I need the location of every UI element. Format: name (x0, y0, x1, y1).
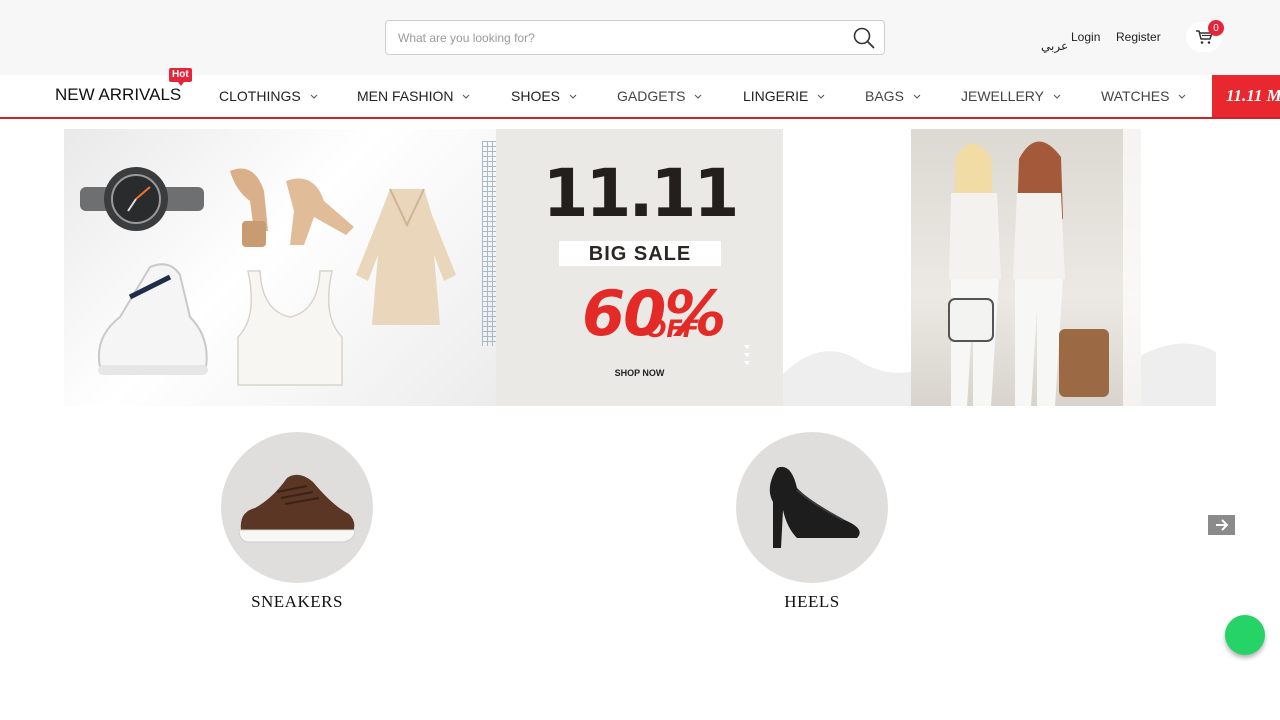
sandals-image (230, 168, 354, 247)
category-sneakers[interactable]: SNEAKERS (221, 432, 373, 612)
arrow-right-icon (1215, 519, 1228, 531)
nav-new-arrivals-label: NEW ARRIVALS (55, 85, 182, 104)
sale-band: BIG SALE (559, 241, 721, 266)
chevron-down-icon (461, 91, 471, 101)
nav-item-label: SHOES (511, 88, 561, 104)
chevron-down-icon (693, 91, 703, 101)
nav-item-watches[interactable]: WATCHES (1101, 88, 1187, 104)
category-image (736, 432, 888, 583)
search-input[interactable] (386, 21, 844, 54)
cart-count-badge: 0 (1208, 20, 1224, 36)
heel-shoe-image (769, 466, 860, 548)
chevron-down-icon (1052, 91, 1062, 101)
nav-item-label: MEN FASHION (357, 88, 454, 104)
hero-banner[interactable]: 11.11 BIG SALE 60% OFF SHOP NOW (64, 129, 1216, 406)
category-image (221, 432, 373, 583)
nav-promo-tab[interactable]: 11.11 M (1212, 75, 1280, 117)
sale-title: 11.11 (542, 155, 740, 232)
nav-item-label: CLOTHINGS (219, 88, 301, 104)
category-heels[interactable]: HEELS (736, 432, 888, 612)
promo-tab-label: 11.11 M (1226, 86, 1280, 105)
chevron-down-icon (1177, 91, 1187, 101)
category-label: HEELS (784, 592, 840, 611)
dress-image (356, 188, 456, 325)
search-bar (385, 20, 885, 55)
nav-item-shoes[interactable]: SHOES (511, 88, 578, 104)
nav-item-gadgets[interactable]: GADGETS (617, 88, 703, 104)
chevron-down-icon (816, 91, 826, 101)
nav-item-label: JEWELLERY (961, 88, 1044, 104)
top-header: عربي Login Register 0 (0, 0, 1280, 75)
category-label: SNEAKERS (251, 592, 343, 611)
nav-item-men-fashion[interactable]: MEN FASHION (357, 88, 471, 104)
nav-item-label: LINGERIE (743, 88, 809, 104)
login-link[interactable]: Login (1071, 30, 1100, 44)
chevron-down-icon (568, 91, 578, 101)
nav-item-clothings[interactable]: CLOTHINGS (219, 88, 319, 104)
nav-item-jewellery[interactable]: JEWELLERY (961, 88, 1062, 104)
sneaker-shoe-image (238, 474, 356, 542)
carousel-next-button[interactable] (1208, 515, 1235, 535)
nav-item-label: BAGS (865, 88, 904, 104)
nav-new-arrivals[interactable]: NEW ARRIVALS (55, 85, 181, 105)
banner-grid-decor (482, 141, 496, 346)
watch-image (80, 167, 204, 231)
chevron-down-icon (912, 91, 922, 101)
main-nav: NEW ARRIVALS Hot CLOTHINGS MEN FASHION S… (0, 68, 1280, 119)
chevron-down-icon (309, 91, 319, 101)
hot-badge: Hot (169, 68, 192, 86)
chat-button[interactable] (1225, 615, 1265, 655)
cart-button[interactable]: 0 (1186, 20, 1224, 52)
language-switch[interactable]: عربي (1041, 39, 1068, 53)
nav-item-label: WATCHES (1101, 88, 1170, 104)
nav-item-lingerie[interactable]: LINGERIE (743, 88, 826, 104)
search-icon[interactable] (844, 20, 884, 55)
models-photo (911, 129, 1141, 406)
nav-item-label: GADGETS (617, 88, 686, 104)
register-link[interactable]: Register (1116, 30, 1161, 44)
nav-item-bags[interactable]: BAGS (865, 88, 922, 104)
